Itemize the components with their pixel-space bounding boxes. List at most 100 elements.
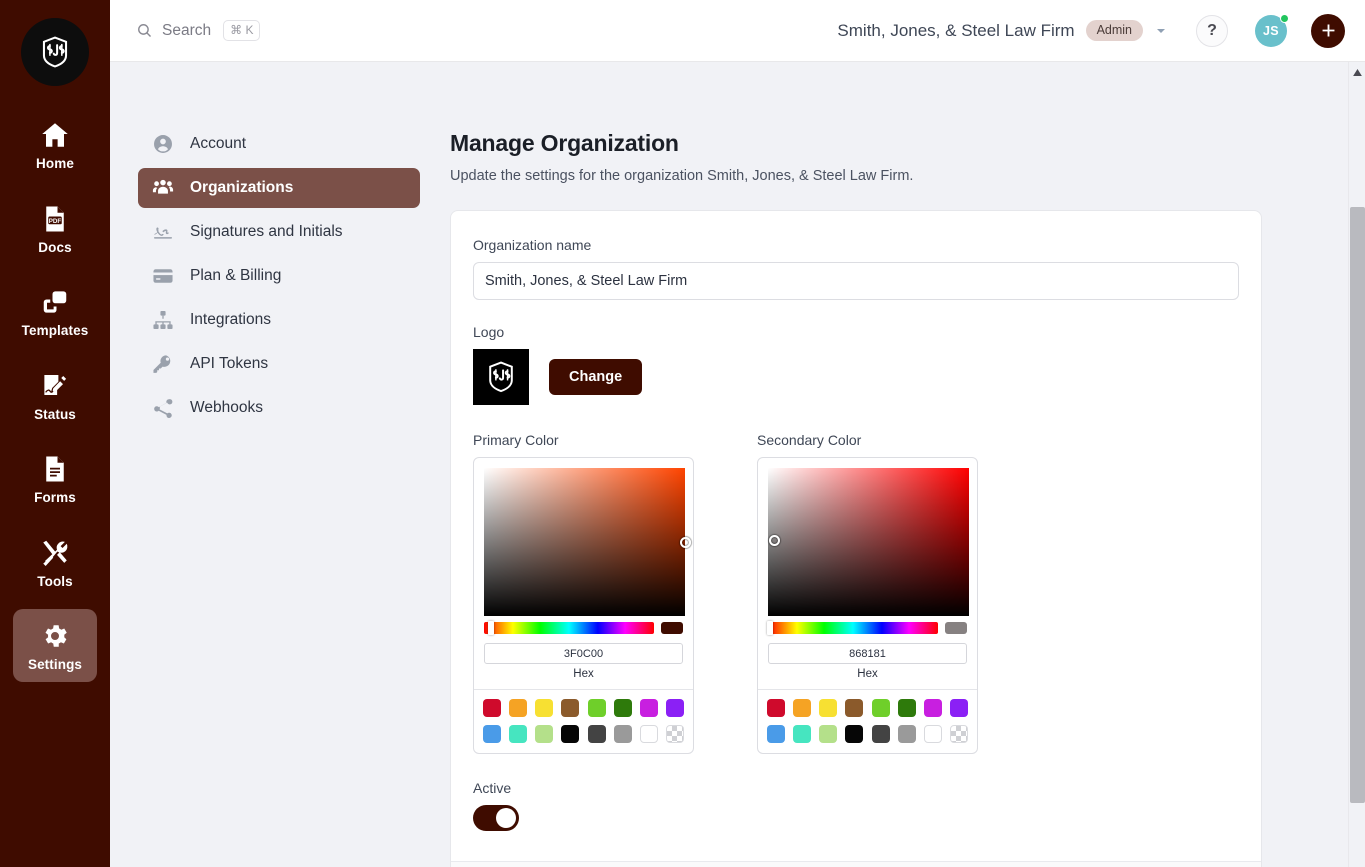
signature-icon — [152, 221, 174, 243]
page-scrollbar[interactable] — [1348, 62, 1365, 867]
sidebar-item-signatures[interactable]: Signatures and Initials — [138, 212, 420, 252]
swatch-black[interactable] — [845, 725, 864, 743]
swatch-white[interactable] — [923, 725, 942, 743]
secondary-hex-input[interactable] — [768, 643, 967, 664]
primary-color-preview — [661, 622, 683, 634]
sidebar-item-label: Webhooks — [190, 399, 263, 416]
search-shortcut-badge: ⌘ K — [223, 20, 261, 41]
swatch-black[interactable] — [561, 725, 580, 743]
logo-label: Logo — [473, 324, 505, 340]
swatch-light-green[interactable] — [871, 699, 890, 717]
swatch-brown[interactable] — [845, 699, 864, 717]
secondary-color-picker: Secondary Color 868181 Hex — [757, 432, 978, 754]
top-bar-right: Smith, Jones, & Steel Law Firm Admin ? J… — [837, 13, 1345, 48]
swatch-orange[interactable] — [793, 699, 812, 717]
main-panel: Manage Organization Update the settings … — [440, 62, 1365, 867]
primary-hue-thumb[interactable] — [487, 621, 494, 635]
secondary-saturation-box[interactable] — [768, 468, 969, 616]
swatch-gray[interactable] — [897, 725, 916, 743]
rail-item-forms[interactable]: Forms — [13, 442, 97, 515]
sidebar-item-label: Integrations — [190, 311, 271, 328]
swatch-yellow[interactable] — [819, 699, 838, 717]
swatch-violet[interactable] — [665, 699, 684, 717]
secondary-hue-thumb[interactable] — [766, 621, 773, 635]
rail-item-settings[interactable]: Settings — [13, 609, 97, 682]
swatch-white[interactable] — [639, 725, 658, 743]
scrollbar-thumb[interactable] — [1350, 206, 1365, 803]
swatch-blue[interactable] — [767, 725, 785, 743]
secondary-color-preview — [945, 622, 967, 634]
chevron-down-icon[interactable] — [1153, 23, 1169, 39]
forms-icon — [40, 454, 70, 484]
primary-saturation-box[interactable] — [484, 468, 691, 616]
swatch-brown[interactable] — [561, 699, 580, 717]
signature-status-icon — [40, 371, 70, 401]
swatch-transparent[interactable] — [949, 725, 968, 743]
sidebar-item-plan-billing[interactable]: Plan & Billing — [138, 256, 420, 296]
swatch-pale-green[interactable] — [535, 725, 554, 743]
active-toggle[interactable] — [473, 805, 519, 831]
rail-label-home: Home — [36, 156, 74, 171]
active-label: Active — [473, 780, 512, 796]
swatch-dark-gray[interactable] — [871, 725, 890, 743]
sidebar-item-label: Plan & Billing — [190, 267, 282, 284]
color-pickers-row: Primary Color 3F0C00 Hex Secondary Color… — [473, 432, 1239, 754]
rail-item-tools[interactable]: Tools — [13, 526, 97, 599]
swatch-crimson[interactable] — [483, 699, 501, 717]
swatch-pale-green[interactable] — [819, 725, 838, 743]
avatar[interactable]: JS — [1255, 13, 1289, 47]
primary-nav-rail: Home PDF Docs Templates Status Forms Too… — [0, 0, 110, 867]
sidebar-item-webhooks[interactable]: Webhooks — [138, 388, 420, 428]
add-new-button[interactable] — [1311, 13, 1345, 48]
brand-logo[interactable] — [21, 18, 89, 86]
swatch-turquoise[interactable] — [509, 725, 528, 743]
settings-nav: Account Organizations Signatures and Ini… — [110, 62, 440, 867]
primary-color-card: Hex — [473, 457, 694, 754]
scroll-up-arrow-icon[interactable] — [1349, 64, 1365, 80]
rail-label-docs: Docs — [38, 239, 72, 255]
page-title: Manage Organization — [450, 130, 679, 156]
swatch-violet[interactable] — [949, 699, 968, 717]
card-footer: Delete Organization Save — [451, 861, 1261, 867]
sidebar-item-account[interactable]: Account — [138, 124, 420, 164]
primary-color-cursor[interactable] — [679, 536, 691, 548]
primary-hex-input[interactable] — [484, 643, 683, 664]
swatch-turquoise[interactable] — [793, 725, 812, 743]
secondary-hex-caption: Hex — [857, 668, 878, 680]
swatch-light-green[interactable] — [587, 699, 606, 717]
swatch-dark-green[interactable] — [897, 699, 916, 717]
swatch-orange[interactable] — [509, 699, 528, 717]
help-button[interactable]: ? — [1196, 14, 1228, 47]
change-logo-button[interactable]: Change — [549, 359, 643, 395]
swatch-crimson[interactable] — [767, 699, 785, 717]
rail-item-home[interactable]: Home — [13, 108, 97, 181]
org-name-label: Organization name — [473, 237, 592, 253]
swatch-dark-green[interactable] — [613, 699, 632, 717]
sjs-monogram-icon — [489, 361, 513, 393]
sidebar-item-api-tokens[interactable]: API Tokens — [138, 344, 420, 384]
swatch-dark-gray[interactable] — [587, 725, 606, 743]
rail-item-docs[interactable]: PDF Docs — [13, 192, 97, 265]
swatch-gray[interactable] — [613, 725, 632, 743]
swatch-magenta[interactable] — [923, 699, 942, 717]
sidebar-item-label: Signatures and Initials — [190, 223, 343, 240]
secondary-color-label: Secondary Color — [757, 432, 862, 448]
swatch-yellow[interactable] — [535, 699, 554, 717]
value-overlay — [484, 468, 685, 616]
rail-label-status: Status — [34, 406, 76, 422]
swatch-transparent[interactable] — [665, 725, 684, 743]
search-input[interactable]: Search ⌘ K — [136, 20, 261, 41]
rail-item-templates[interactable]: Templates — [13, 275, 97, 348]
secondary-hue-slider[interactable] — [766, 621, 939, 635]
swatch-magenta[interactable] — [639, 699, 658, 717]
rail-item-status[interactable]: Status — [13, 359, 97, 432]
primary-hue-slider[interactable] — [484, 621, 655, 635]
organization-name-input[interactable] — [473, 262, 1239, 300]
sidebar-item-integrations[interactable]: Integrations — [138, 300, 420, 340]
swatch-blue[interactable] — [483, 725, 501, 743]
rail-label-settings: Settings — [27, 657, 83, 672]
secondary-color-cursor[interactable] — [768, 535, 780, 547]
sidebar-item-organizations[interactable]: Organizations — [138, 168, 420, 208]
organization-name-label[interactable]: Smith, Jones, & Steel Law Firm — [837, 21, 1074, 41]
card-body: Organization name Logo — [451, 211, 1261, 861]
